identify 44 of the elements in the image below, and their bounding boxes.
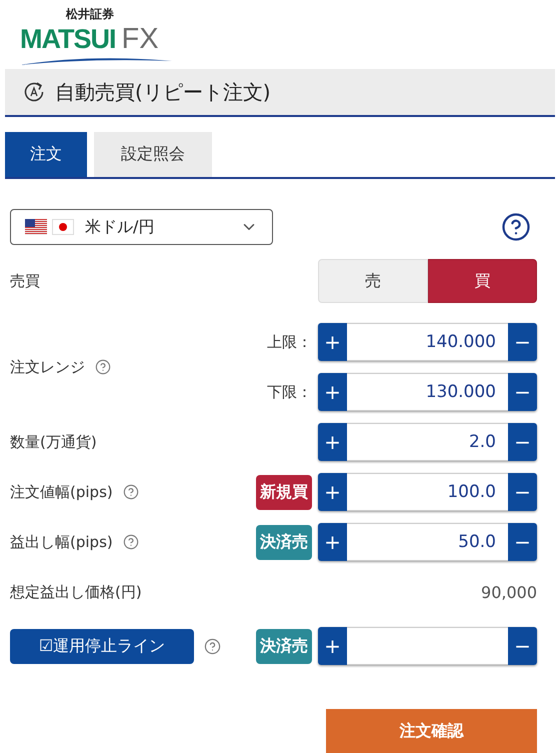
bound-label: 下限： — [267, 382, 312, 402]
side-option[interactable]: 買 — [428, 259, 537, 303]
help-icon[interactable] — [204, 638, 221, 654]
minus-button[interactable]: − — [508, 627, 537, 665]
help-icon[interactable] — [501, 212, 531, 242]
logo-brand: MATSUI — [20, 24, 116, 55]
order-tag: 決済売 — [256, 628, 312, 664]
price-value: 90,000 — [481, 582, 537, 602]
field-label: 注文値幅(pips) — [10, 482, 113, 502]
tab[interactable]: 設定照会 — [94, 132, 212, 177]
minus-button[interactable]: − — [508, 523, 537, 561]
plus-button[interactable]: + — [318, 423, 347, 461]
minus-button[interactable]: − — [508, 473, 537, 511]
plus-button[interactable]: + — [318, 473, 347, 511]
logo-suffix: FX — [122, 23, 159, 56]
page-title: 自動売買(リピート注文) — [55, 78, 271, 106]
confirm-order-button[interactable]: 注文確認 — [326, 709, 537, 753]
help-icon[interactable] — [95, 359, 111, 375]
plus-button[interactable]: + — [318, 323, 347, 361]
field-label: 数量(万通貨) — [10, 432, 97, 452]
minus-button[interactable]: − — [508, 423, 537, 461]
auto-cycle-icon — [23, 81, 45, 103]
logo-caption: 松井証券 — [66, 6, 114, 23]
stop-line-toggle[interactable]: ☑運用停止ライン — [10, 628, 194, 664]
plus-button[interactable]: + — [318, 373, 347, 411]
japan-flag-icon — [52, 219, 74, 235]
plus-button[interactable]: + — [318, 627, 347, 665]
logo-wave-icon — [20, 56, 172, 66]
tab[interactable]: 注文 — [5, 132, 87, 177]
help-icon[interactable] — [122, 534, 139, 550]
bound-label: 上限： — [267, 332, 312, 352]
currency-pair-select[interactable]: 米ドル/円 — [10, 209, 273, 245]
field-label: 益出し幅(pips) — [10, 532, 113, 552]
field-label: 想定益出し価格(円) — [10, 582, 142, 602]
side-option[interactable]: 売 — [318, 259, 428, 303]
us-flag-icon — [25, 219, 47, 235]
help-icon[interactable] — [122, 484, 139, 500]
order-tag: 新規買 — [256, 474, 312, 510]
minus-button[interactable]: − — [508, 373, 537, 411]
field-label: 売買 — [10, 272, 40, 290]
field-label: 注文レンジ — [10, 358, 85, 376]
plus-button[interactable]: + — [318, 523, 347, 561]
order-tag: 決済売 — [256, 524, 312, 560]
minus-button[interactable]: − — [508, 323, 537, 361]
